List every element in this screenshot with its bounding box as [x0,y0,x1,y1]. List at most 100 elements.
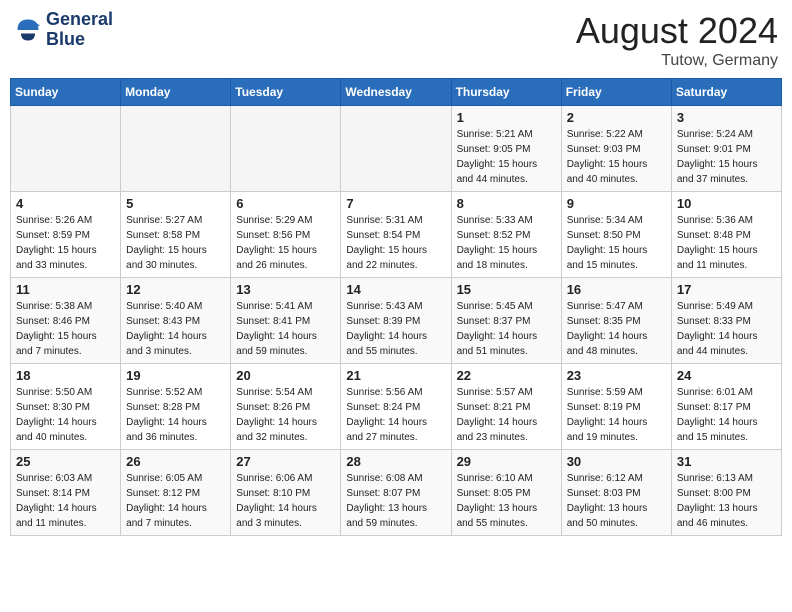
day-number: 10 [677,196,776,211]
day-detail: Sunrise: 5:56 AMSunset: 8:24 PMDaylight:… [346,385,445,445]
day-number: 6 [236,196,335,211]
logo-text: General Blue [46,10,113,50]
calendar-cell: 24Sunrise: 6:01 AMSunset: 8:17 PMDayligh… [671,364,781,450]
day-number: 22 [457,368,556,383]
day-number: 5 [126,196,225,211]
calendar-week-5: 25 Sunrise: 6:03 AMSunset: 8:14 PMDayligh… [11,450,782,536]
calendar-week-4: 18 Sunrise: 5:50 AMSunset: 8:30 PMDayligh… [11,364,782,450]
day-number: 31 [677,454,776,469]
day-detail: Sunrise: 5:47 AMSunset: 8:35 PMDaylight:… [567,299,666,359]
day-number: 14 [346,282,445,297]
day-detail: Sunrise: 5:21 AMSunset: 9:05 PMDaylight:… [457,127,556,187]
day-detail: Sunrise: 5:43 AMSunset: 8:39 PMDaylight:… [346,299,445,359]
calendar-cell: 29Sunrise: 6:10 AMSunset: 8:05 PMDayligh… [451,450,561,536]
day-number: 4 [16,196,115,211]
calendar-cell: 25 Sunrise: 6:03 AMSunset: 8:14 PMDayligh… [11,450,121,536]
calendar-cell: 1Sunrise: 5:21 AMSunset: 9:05 PMDaylight… [451,106,561,192]
day-header-wednesday: Wednesday [341,79,451,106]
calendar-cell: 11 Sunrise: 5:38 AMSunset: 8:46 PMDayligh… [11,278,121,364]
logo-icon [14,16,42,44]
day-header-saturday: Saturday [671,79,781,106]
calendar-cell [121,106,231,192]
day-detail: Sunrise: 5:50 AMSunset: 8:30 PMDaylight:… [16,385,115,445]
calendar-cell: 30Sunrise: 6:12 AMSunset: 8:03 PMDayligh… [561,450,671,536]
day-detail: Sunrise: 5:36 AMSunset: 8:48 PMDaylight:… [677,213,776,273]
day-number: 9 [567,196,666,211]
page-header: General Blue August 2024 Tutow, Germany [10,10,782,70]
day-number: 21 [346,368,445,383]
day-number: 26 [126,454,225,469]
day-number: 23 [567,368,666,383]
calendar-cell [11,106,121,192]
day-detail: Sunrise: 6:13 AMSunset: 8:00 PMDaylight:… [677,471,776,531]
day-detail: Sunrise: 5:49 AMSunset: 8:33 PMDaylight:… [677,299,776,359]
calendar-header: SundayMondayTuesdayWednesdayThursdayFrid… [11,79,782,106]
day-number: 24 [677,368,776,383]
day-number: 11 [16,282,115,297]
day-detail: Sunrise: 5:34 AMSunset: 8:50 PMDaylight:… [567,213,666,273]
calendar-table: SundayMondayTuesdayWednesdayThursdayFrid… [10,78,782,536]
day-detail: Sunrise: 5:38 AMSunset: 8:46 PMDaylight:… [16,299,115,359]
calendar-title: August 2024 [576,10,778,52]
calendar-cell: 16 Sunrise: 5:47 AMSunset: 8:35 PMDayligh… [561,278,671,364]
day-number: 29 [457,454,556,469]
day-detail: Sunrise: 5:52 AMSunset: 8:28 PMDaylight:… [126,385,225,445]
day-number: 16 [567,282,666,297]
day-header-sunday: Sunday [11,79,121,106]
calendar-cell: 10 Sunrise: 5:36 AMSunset: 8:48 PMDayligh… [671,192,781,278]
day-detail: Sunrise: 6:06 AMSunset: 8:10 PMDaylight:… [236,471,335,531]
day-number: 17 [677,282,776,297]
logo: General Blue [14,10,113,50]
calendar-cell: 14 Sunrise: 5:43 AMSunset: 8:39 PMDayligh… [341,278,451,364]
day-number: 25 [16,454,115,469]
calendar-cell: 27 Sunrise: 6:06 AMSunset: 8:10 PMDayligh… [231,450,341,536]
day-number: 2 [567,110,666,125]
day-header-thursday: Thursday [451,79,561,106]
day-number: 20 [236,368,335,383]
calendar-cell: 20Sunrise: 5:54 AMSunset: 8:26 PMDayligh… [231,364,341,450]
day-header-friday: Friday [561,79,671,106]
calendar-cell: 12 Sunrise: 5:40 AMSunset: 8:43 PMDayligh… [121,278,231,364]
calendar-cell: 6 Sunrise: 5:29 AMSunset: 8:56 PMDaylight… [231,192,341,278]
day-detail: Sunrise: 5:29 AMSunset: 8:56 PMDaylight:… [236,213,335,273]
day-detail: Sunrise: 6:05 AMSunset: 8:12 PMDaylight:… [126,471,225,531]
logo-line1: General [46,10,113,30]
day-number: 13 [236,282,335,297]
calendar-cell: 15 Sunrise: 5:45 AMSunset: 8:37 PMDayligh… [451,278,561,364]
day-number: 27 [236,454,335,469]
calendar-cell: 9 Sunrise: 5:34 AMSunset: 8:50 PMDaylight… [561,192,671,278]
day-number: 12 [126,282,225,297]
day-detail: Sunrise: 5:22 AMSunset: 9:03 PMDaylight:… [567,127,666,187]
day-number: 18 [16,368,115,383]
day-detail: Sunrise: 5:59 AMSunset: 8:19 PMDaylight:… [567,385,666,445]
day-header-monday: Monday [121,79,231,106]
day-number: 8 [457,196,556,211]
day-detail: Sunrise: 5:45 AMSunset: 8:37 PMDaylight:… [457,299,556,359]
day-number: 19 [126,368,225,383]
calendar-cell: 13 Sunrise: 5:41 AMSunset: 8:41 PMDayligh… [231,278,341,364]
day-header-tuesday: Tuesday [231,79,341,106]
calendar-cell: 31 Sunrise: 6:13 AMSunset: 8:00 PMDayligh… [671,450,781,536]
day-number: 28 [346,454,445,469]
calendar-cell [231,106,341,192]
day-detail: Sunrise: 5:57 AMSunset: 8:21 PMDaylight:… [457,385,556,445]
calendar-cell: 23 Sunrise: 5:59 AMSunset: 8:19 PMDayligh… [561,364,671,450]
day-detail: Sunrise: 6:03 AMSunset: 8:14 PMDaylight:… [16,471,115,531]
calendar-cell: 4 Sunrise: 5:26 AMSunset: 8:59 PMDaylight… [11,192,121,278]
day-number: 7 [346,196,445,211]
calendar-cell: 26 Sunrise: 6:05 AMSunset: 8:12 PMDayligh… [121,450,231,536]
calendar-cell: 8 Sunrise: 5:33 AMSunset: 8:52 PMDaylight… [451,192,561,278]
day-detail: Sunrise: 5:31 AMSunset: 8:54 PMDaylight:… [346,213,445,273]
day-detail: Sunrise: 5:41 AMSunset: 8:41 PMDaylight:… [236,299,335,359]
day-detail: Sunrise: 5:26 AMSunset: 8:59 PMDaylight:… [16,213,115,273]
day-detail: Sunrise: 5:27 AMSunset: 8:58 PMDaylight:… [126,213,225,273]
calendar-cell: 28Sunrise: 6:08 AMSunset: 8:07 PMDayligh… [341,450,451,536]
day-detail: Sunrise: 5:33 AMSunset: 8:52 PMDaylight:… [457,213,556,273]
calendar-cell: 21 Sunrise: 5:56 AMSunset: 8:24 PMDayligh… [341,364,451,450]
calendar-cell: 18 Sunrise: 5:50 AMSunset: 8:30 PMDayligh… [11,364,121,450]
day-detail: Sunrise: 5:40 AMSunset: 8:43 PMDaylight:… [126,299,225,359]
calendar-week-1: 1Sunrise: 5:21 AMSunset: 9:05 PMDaylight… [11,106,782,192]
calendar-cell: 2 Sunrise: 5:22 AMSunset: 9:03 PMDaylight… [561,106,671,192]
calendar-cell: 5 Sunrise: 5:27 AMSunset: 8:58 PMDaylight… [121,192,231,278]
day-number: 15 [457,282,556,297]
